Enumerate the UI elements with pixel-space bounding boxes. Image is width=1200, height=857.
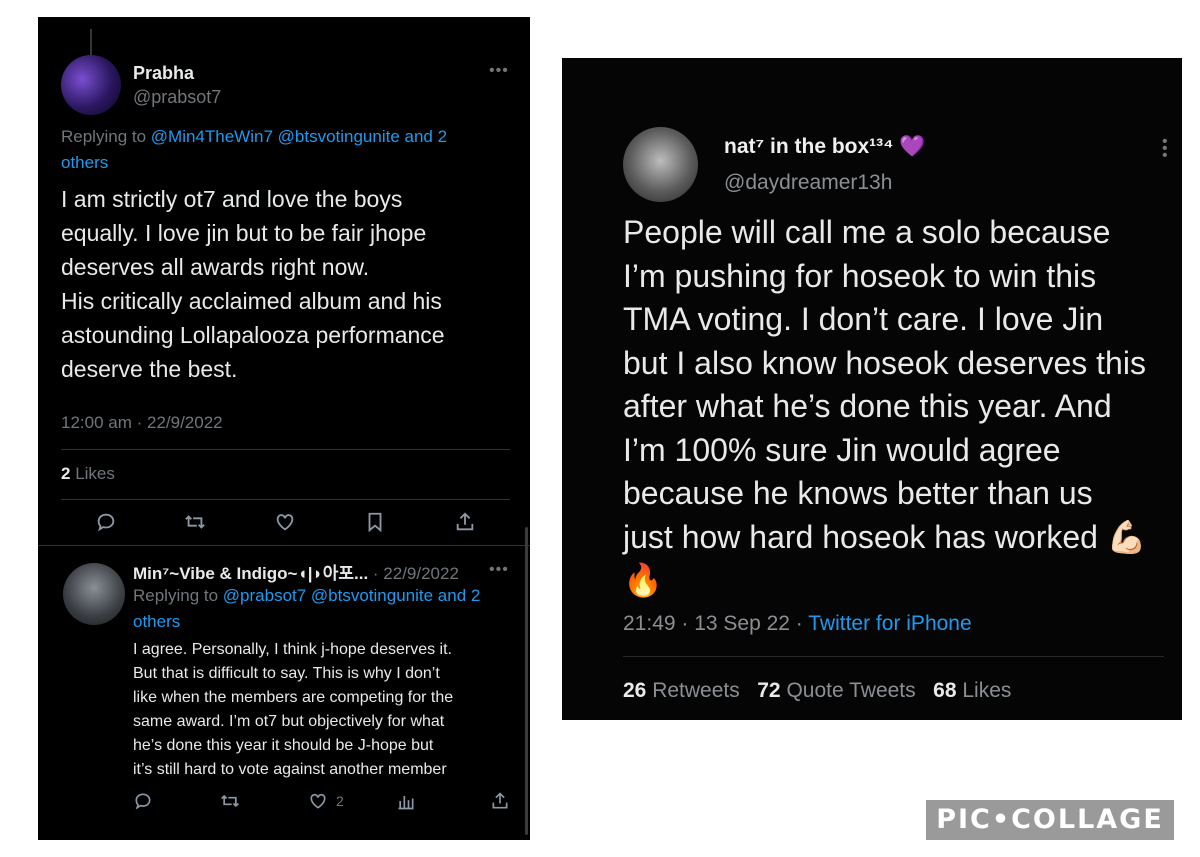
author-name[interactable]: Prabha xyxy=(133,63,194,84)
min-avatar[interactable] xyxy=(63,563,125,625)
replying-prefix: Replying to xyxy=(133,586,223,605)
right-likes-label: Likes xyxy=(956,679,1012,702)
replying-others-link[interactable]: others xyxy=(61,153,108,172)
reply-date[interactable]: · 22/9/2022 xyxy=(368,564,459,583)
quote-tweets-label: Quote Tweets xyxy=(780,679,916,702)
reply-like-button[interactable]: 2 xyxy=(308,791,344,811)
purple-heart-icon: 💜 xyxy=(899,135,926,158)
prabha-avatar[interactable] xyxy=(61,55,121,115)
quote-tweets-stat[interactable]: 72 Quote Tweets xyxy=(757,679,915,702)
reply-line: same award. I’m ot7 but objectively for … xyxy=(133,713,445,730)
likes-label: Likes xyxy=(70,464,115,483)
right-likes-stat[interactable]: 68 Likes xyxy=(933,679,1011,702)
reply-line: it’s still hard to vote against another … xyxy=(133,761,447,778)
reply-line: like when the members are competing for … xyxy=(133,689,454,706)
divider xyxy=(61,499,510,500)
reply-replying-to: Replying to @prabsot7 @btsvotingunite an… xyxy=(133,583,523,635)
retweets-count: 26 xyxy=(623,679,647,702)
divider xyxy=(38,545,530,546)
divider xyxy=(61,449,510,450)
retweets-stat[interactable]: 26 Retweets xyxy=(623,679,740,702)
right-author-handle[interactable]: @daydreamer13h xyxy=(724,171,892,195)
retweet-icon[interactable] xyxy=(183,511,207,533)
tweet-line: just how hard hoseok has worked 💪🏻 xyxy=(623,518,1147,555)
tweet-line: TMA voting. I don’t care. I love Jin xyxy=(623,301,1104,337)
reply-line: he’s done this year it should be J-hope … xyxy=(133,737,434,754)
pic-collage-watermark: PIC•COLLAGE xyxy=(926,800,1174,840)
reply-header: Min⁷~Vibe & Indigo~◖|◗아포... · 22/9/2022 xyxy=(133,559,459,584)
tweet-line: I’m 100% sure Jin would agree xyxy=(623,431,1061,468)
right-author-name[interactable]: nat⁷ in the box¹³⁴ xyxy=(724,135,894,158)
tweet-line: because he knows better than us xyxy=(623,475,1093,511)
tweet-line: but I also know hoseok deserves this xyxy=(623,344,1146,381)
retweets-label: Retweets xyxy=(646,679,740,702)
replying-to: Replying to @Min4TheWin7 @btsvotingunite… xyxy=(61,124,511,176)
replying-others-link[interactable]: others xyxy=(133,612,180,631)
reply-author-name[interactable]: Min⁷~Vibe & Indigo~◖|◗아포... xyxy=(133,564,368,583)
reply-more-options-icon[interactable]: ••• xyxy=(489,561,509,579)
tweet-line: astounding Lollapalooza performance xyxy=(61,322,445,348)
like-icon[interactable] xyxy=(274,511,296,533)
tweet-timestamp[interactable]: 12:00 am · 22/9/2022 xyxy=(61,413,223,433)
reply-retweet-icon[interactable] xyxy=(219,791,241,811)
right-screenshot: nat⁷ in the box¹³⁴ 💜 @daydreamer13h • • • … xyxy=(562,58,1182,720)
right-more-options-icon[interactable]: • • • xyxy=(1162,134,1168,164)
more-options-icon[interactable]: ••• xyxy=(489,62,509,80)
right-author: nat⁷ in the box¹³⁴ 💜 xyxy=(724,135,926,159)
right-stats: 26 Retweets 72 Quote Tweets 68 Likes xyxy=(623,679,1011,703)
author-handle[interactable]: @prabsot7 xyxy=(133,87,221,108)
tweet-body: I am strictly ot7 and love the boys equa… xyxy=(61,182,521,386)
tweet-line: equally. I love jin but to be fair jhope xyxy=(61,220,427,246)
reply-icon[interactable] xyxy=(95,511,117,533)
tweet-line: His critically acclaimed album and his xyxy=(61,288,442,314)
reply-body: I agree. Personally, I think j-hope dese… xyxy=(133,638,528,782)
tweet-line: I am strictly ot7 and love the boys xyxy=(61,186,403,212)
tweet-line: I’m pushing for hoseok to win this xyxy=(623,257,1097,294)
tweet-line: 🔥 xyxy=(623,562,663,598)
source-link[interactable]: Twitter for iPhone xyxy=(808,612,971,635)
right-timestamp[interactable]: 21:49 · 13 Sep 22 · xyxy=(623,612,808,635)
left-screenshot: Prabha @prabsot7 ••• Replying to @Min4Th… xyxy=(38,17,530,840)
divider xyxy=(623,656,1164,657)
replying-users-link[interactable]: @prabsot7 @btsvotingunite and 2 xyxy=(223,586,481,605)
tweet-line: deserve the best. xyxy=(61,356,238,382)
tweet-line: deserves all awards right now. xyxy=(61,254,370,280)
quote-tweets-count: 72 xyxy=(757,679,781,702)
analytics-icon[interactable] xyxy=(396,791,416,811)
bookmark-icon[interactable] xyxy=(365,511,385,533)
nat-avatar[interactable] xyxy=(623,127,698,202)
replying-users-link[interactable]: @Min4TheWin7 @btsvotingunite and 2 xyxy=(151,127,447,146)
reply-like-icon xyxy=(308,791,328,811)
right-likes-count: 68 xyxy=(933,679,957,702)
tweet-line: after what he’s done this year. And xyxy=(623,388,1112,424)
thread-line xyxy=(90,29,92,57)
reply-share-icon[interactable] xyxy=(490,791,510,811)
tweet-line: People will call me a solo because xyxy=(623,214,1111,250)
replying-prefix: Replying to xyxy=(61,127,151,146)
right-tweet-body: People will call me a solo because I’m p… xyxy=(623,211,1183,603)
share-icon[interactable] xyxy=(454,511,476,533)
likes-stat[interactable]: 2 Likes xyxy=(61,464,115,484)
reply-reply-icon[interactable] xyxy=(133,791,153,811)
reply-line: I agree. Personally, I think j-hope dese… xyxy=(133,641,452,658)
right-timestamp-row: 21:49 · 13 Sep 22 · Twitter for iPhone xyxy=(623,612,972,636)
reply-line: But that is difficult to say. This is wh… xyxy=(133,665,440,682)
reply-like-count: 2 xyxy=(336,793,344,809)
